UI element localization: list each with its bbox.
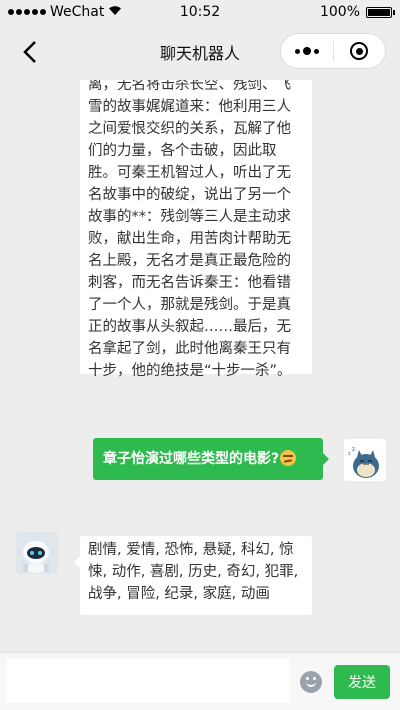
back-button[interactable] bbox=[10, 32, 50, 72]
message-line: 刺客，而无名告诉秦王：他看错 bbox=[88, 275, 291, 291]
message-line: 败，献出生命，用苦肉计帮助无 bbox=[88, 231, 291, 247]
message-line: 了一个人，那就是残剑。于是真 bbox=[88, 297, 291, 313]
smiley-eye bbox=[313, 677, 316, 680]
message-line: 雪的故事娓娓道来：他利用三人 bbox=[88, 99, 291, 115]
message-line: 战争, 冒险, 纪录, 家庭, 动画 bbox=[88, 586, 270, 602]
wifi-icon bbox=[108, 5, 122, 19]
status-left: WeChat bbox=[8, 4, 122, 20]
message-line: 们的力量，各个击破，因此取 bbox=[88, 143, 277, 159]
smirk-emoji-icon bbox=[280, 450, 297, 466]
status-bar: WeChat 10:52 100% bbox=[0, 0, 400, 24]
battery-percent: 100% bbox=[319, 4, 360, 20]
user-avatar[interactable]: z z bbox=[344, 439, 386, 481]
page-title: 聊天机器人 bbox=[159, 44, 240, 63]
user-message-bubble: 章子怡演过哪些类型的电影? bbox=[93, 438, 329, 480]
robot-avatar-icon bbox=[16, 532, 58, 574]
carrier-label: WeChat bbox=[50, 4, 105, 20]
message-line: 悚, 动作, 喜剧, 历史, 奇幻, 犯罪, bbox=[88, 564, 299, 580]
close-miniprogram-button[interactable] bbox=[334, 34, 386, 68]
miniprogram-capsule bbox=[280, 33, 386, 69]
bot-message-bubble: 离，无名将击杀长空、残剑、飞 雪的故事娓娓道来：他利用三人 之间爱恨交织的关系，… bbox=[80, 80, 312, 379]
svg-text:z: z bbox=[352, 446, 355, 453]
svg-text:z: z bbox=[348, 451, 351, 457]
target-icon bbox=[350, 42, 369, 60]
message-line: 之间爱恨交织的关系，瓦解了他 bbox=[88, 121, 291, 137]
signal-icon bbox=[8, 9, 46, 15]
more-icon bbox=[294, 47, 319, 55]
message-line: 名故事中的破绽，说出了另一个 bbox=[88, 187, 291, 203]
message-line: 剧情, 爱情, 恐怖, 悬疑, 科幻, 惊 bbox=[88, 542, 294, 558]
more-button[interactable] bbox=[281, 34, 333, 68]
emoji-button[interactable] bbox=[300, 671, 322, 693]
send-button[interactable]: 发送 bbox=[334, 665, 390, 699]
message-line: 胜。可秦王机智过人，听出了无 bbox=[88, 165, 291, 181]
message-line: 故事的**：残剑等三人是主动求 bbox=[88, 209, 291, 225]
message-line: 名拿起了剑，此时他离秦王只有 bbox=[88, 341, 291, 357]
bot-message-bubble: 剧情, 爱情, 恐怖, 悬疑, 科幻, 惊 悚, 动作, 喜剧, 历史, 奇幻,… bbox=[74, 536, 312, 615]
chevron-left-icon bbox=[23, 41, 36, 63]
input-bar: 发送 bbox=[0, 652, 400, 710]
message-input[interactable] bbox=[6, 659, 290, 703]
message-line: 十步，他的绝技是“十步一杀”。 bbox=[88, 363, 292, 379]
message-line: 正的故事从头叙起……最后，无 bbox=[88, 319, 291, 335]
nav-bar: 聊天机器人 bbox=[0, 24, 400, 80]
smiley-face-icon bbox=[306, 677, 309, 680]
status-right: 100% bbox=[319, 4, 395, 20]
message-line: 离，无名将击杀长空、残剑、飞 bbox=[88, 80, 291, 93]
battery-icon bbox=[366, 6, 395, 18]
user-message-text: 章子怡演过哪些类型的电影? bbox=[103, 451, 280, 467]
chat-area[interactable]: 离，无名将击杀长空、残剑、飞 雪的故事娓娓道来：他利用三人 之间爱恨交织的关系，… bbox=[0, 80, 400, 652]
bot-avatar[interactable] bbox=[16, 532, 58, 574]
snorlax-avatar-icon: z z bbox=[348, 446, 379, 478]
message-line: 名上殿，无名才是真正最危险的 bbox=[88, 253, 291, 269]
smiley-mouth bbox=[306, 682, 316, 687]
